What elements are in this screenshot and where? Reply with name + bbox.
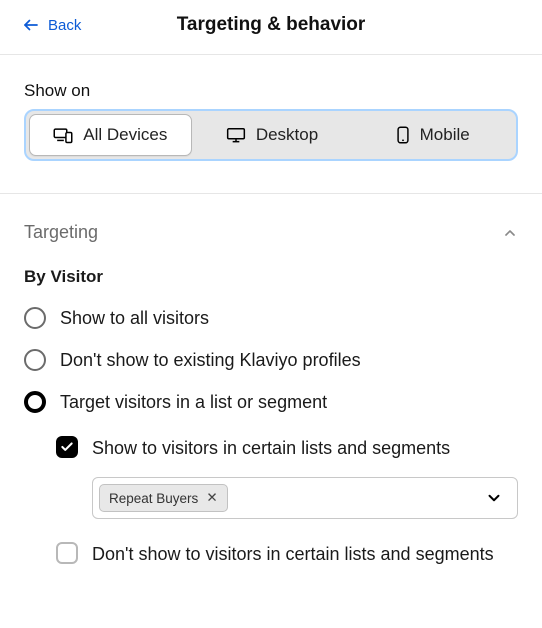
checkbox-dont-show-in-lists[interactable]: Don't show to visitors in certain lists … <box>56 533 518 575</box>
checkbox-show-in-lists[interactable]: Show to visitors in certain lists and se… <box>56 427 518 469</box>
back-label: Back <box>48 17 81 34</box>
segment-label: Desktop <box>256 125 318 145</box>
segment-label: Mobile <box>420 125 470 145</box>
desktop-icon <box>226 126 246 144</box>
by-visitor-label: By Visitor <box>0 243 542 297</box>
page-title: Targeting & behavior <box>177 14 366 36</box>
radio-target-list-segment[interactable]: Target visitors in a list or segment <box>24 381 518 423</box>
devices-icon <box>53 126 73 144</box>
segment-desktop[interactable]: Desktop <box>192 114 353 156</box>
visitor-radio-group: Show to all visitors Don't show to exist… <box>0 297 542 423</box>
radio-label: Show to all visitors <box>60 308 209 329</box>
radio-indicator <box>24 391 46 413</box>
chevron-up-icon <box>502 225 518 241</box>
radio-show-all[interactable]: Show to all visitors <box>24 297 518 339</box>
segment-select[interactable]: Repeat Buyers ✕ <box>92 477 518 519</box>
segment-mobile[interactable]: Mobile <box>352 114 513 156</box>
radio-label: Target visitors in a list or segment <box>60 392 327 413</box>
mobile-icon <box>396 126 410 144</box>
targeting-title: Targeting <box>24 222 98 243</box>
show-on-label: Show on <box>24 81 518 101</box>
selected-tag-chip: Repeat Buyers ✕ <box>99 484 228 512</box>
radio-label: Don't show to existing Klaviyo profiles <box>60 350 361 371</box>
checkbox-indicator <box>56 436 78 458</box>
show-on-section: Show on All Devices Desktop Mobile <box>0 55 542 171</box>
radio-indicator <box>24 349 46 371</box>
back-button[interactable]: Back <box>22 16 81 34</box>
chevron-down-icon <box>485 489 503 507</box>
segment-all-devices[interactable]: All Devices <box>29 114 192 156</box>
checkbox-indicator <box>56 542 78 564</box>
targeting-accordion-header[interactable]: Targeting <box>0 194 542 243</box>
checkbox-label: Don't show to visitors in certain lists … <box>92 541 494 567</box>
chip-remove-icon[interactable]: ✕ <box>206 490 217 506</box>
checkbox-label: Show to visitors in certain lists and se… <box>92 435 450 461</box>
page-header: Back Targeting & behavior <box>0 0 542 55</box>
chip-label: Repeat Buyers <box>109 491 198 506</box>
radio-indicator <box>24 307 46 329</box>
nested-options: Show to visitors in certain lists and se… <box>0 423 542 575</box>
check-icon <box>60 440 74 454</box>
device-segmented-control: All Devices Desktop Mobile <box>24 109 518 161</box>
arrow-left-icon <box>22 16 40 34</box>
radio-dont-show-existing[interactable]: Don't show to existing Klaviyo profiles <box>24 339 518 381</box>
segment-label: All Devices <box>83 125 167 145</box>
